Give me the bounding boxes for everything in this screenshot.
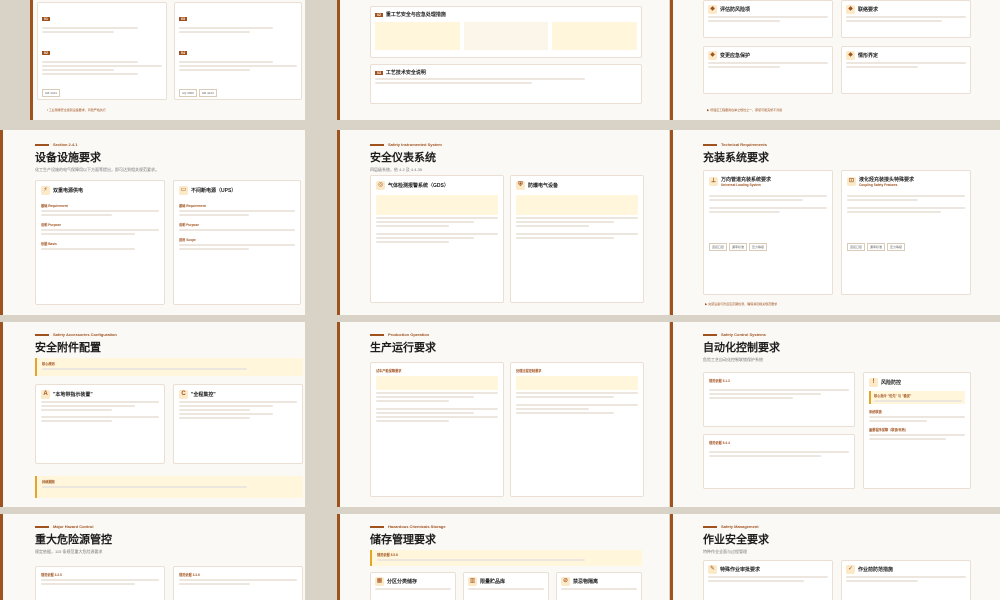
slide1-card-left: 01 02 GB 4444 xyxy=(37,2,167,100)
slide9-card-sec2: 规范依据 5.4.4 xyxy=(703,434,855,489)
slide8-card-process: 处理过程控制要求 xyxy=(510,362,644,497)
slide5-eyebrow: Safety Instrumented System xyxy=(370,142,442,147)
slide-grid: 01 02 GB 4444 03 04 AQ 3009 GB 4444 Ⅰ 工业隔… xyxy=(0,0,1000,600)
step-number: 01 xyxy=(42,17,50,21)
slide6-footnote: ▶ 充装设备与管道应定期检测，确保满足相关规范要求 xyxy=(705,302,778,306)
slide-2[interactable]: 02 重工艺安全与应急处理措施 03 工艺技术安全说明 xyxy=(337,0,669,120)
slide-10[interactable]: Major Hazard Control 重大危险源管控 规定依据，115 条规… xyxy=(0,514,305,600)
slide12-title: 作业安全要求 xyxy=(703,534,769,546)
slide11-eyebrow: Hazardous Chemicals Storage xyxy=(370,524,446,529)
gas-sensor-icon: ◎ xyxy=(376,181,385,190)
slide-5[interactable]: Safety Instrumented System 安全仪表系统 四层级系统，… xyxy=(337,130,669,315)
slide4-card-dual-power: ⚡ 双重电源供电 基础 Requirement 说明 Purpose 依据 Bas… xyxy=(35,180,165,305)
slide2-row3-title: 工艺技术安全说明 xyxy=(385,70,426,76)
slide5-card-explosion-proof: ⛨ 防爆电气设备 xyxy=(510,175,644,303)
slide3-card2-title: 联络要求 xyxy=(858,7,879,13)
slide6-card-loading: ⟂ 万向管道充装系统要求 Universal Loading System 连接口径… xyxy=(703,170,833,295)
slide4-card-ups: ▭ 不间断电源（UPS） 基础 Requirement 说明 Purpose 适用… xyxy=(173,180,301,305)
slide7-card-central: C "全程集控" xyxy=(173,384,303,464)
slide8-card-trial: 试车产能保障要求 xyxy=(370,362,504,497)
slide10-card-sec1: 规范依据 3.3.5 xyxy=(35,566,165,600)
battery-icon: ▭ xyxy=(179,186,188,195)
slide2-row2-title: 重工艺安全与应急处理措施 xyxy=(385,12,446,18)
slide3-card-1: ◆ 评估防风险项 xyxy=(703,0,833,38)
slide5-card-gds: ◎ 气体检测报警系统（GDS） xyxy=(370,175,504,303)
slide3-card3-title: 变更应急保护 xyxy=(720,53,751,59)
slide4-eyebrow: Section 2.4.1 xyxy=(35,142,159,147)
slide-4[interactable]: Section 2.4.1 设备设施要求 化工生产设施的电气保障用以下方面等提出… xyxy=(0,130,305,315)
slide-6[interactable]: Technical Requirements 充装系统要求 ⟂ 万向管道充装系统要… xyxy=(670,130,1000,315)
slide10-subtitle: 规定依据，115 条规范重大危险源要求 xyxy=(35,549,103,554)
slide10-eyebrow: Major Hazard Control xyxy=(35,524,112,529)
slide6-eyebrow: Technical Requirements xyxy=(703,142,769,147)
slide7-card-local: A "本地带指示装置" xyxy=(35,384,165,464)
slide2-card-b: 03 工艺技术安全说明 xyxy=(370,64,642,104)
slide3-card-3: ◆ 变更应急保护 xyxy=(703,46,833,94)
slide11-banner: 规范依据 5.5.8 xyxy=(370,550,642,566)
slide1-card-right: 03 04 AQ 3009 GB 4444 xyxy=(174,2,302,100)
slide-1[interactable]: 01 02 GB 4444 03 04 AQ 3009 GB 4444 Ⅰ 工业隔… xyxy=(30,0,305,120)
slide10-title: 重大危险源管控 xyxy=(35,534,112,546)
slide1-footnote: Ⅰ 工业隔爆安全级别设备要求，风险严格执行 xyxy=(47,108,106,112)
slide7-banner: 核心原则 xyxy=(35,358,303,376)
slide8-eyebrow: Production Operation xyxy=(370,332,436,337)
slide4-subtitle: 化工生产设施的电气保障用以下方面等提出，即可达到相关规范要求。 xyxy=(35,167,159,172)
slide-7[interactable]: Safety Accessories Configuration 安全附件配置 … xyxy=(0,322,305,507)
slide-11[interactable]: Hazardous Chemicals Storage 储存管理要求 规范依据 … xyxy=(337,514,669,600)
slide3-card-4: ◆ 情形界定 xyxy=(841,46,971,94)
slide12-eyebrow: Safety Management xyxy=(703,524,769,529)
slide3-card4-title: 情形界定 xyxy=(858,53,879,59)
slide-12[interactable]: Safety Management 作业安全要求 特种作业全面与过程管理 ✎ 特殊… xyxy=(670,514,1000,600)
slide8-title: 生产运行要求 xyxy=(370,342,436,354)
slide7-title: 安全附件配置 xyxy=(35,342,101,354)
slide-9[interactable]: Safety Control Systems 自动化控制要求 危险工艺自动化控制… xyxy=(670,322,1000,507)
slide10-card-sec2: 规范依据 3.3.6 xyxy=(173,566,303,600)
slide12-card-1: ✎ 特殊作业审批要求 xyxy=(703,560,833,600)
slide4-title: 设备设施要求 xyxy=(35,152,101,164)
slide3-card-2: ◆ 联络要求 xyxy=(841,0,971,38)
slide2-card-a: 02 重工艺安全与应急处理措施 xyxy=(370,6,642,58)
slide11-card-3: ⊘ 禁忌物隔离 xyxy=(556,572,642,600)
slide11-card-2: ▥ 限量贮品库 xyxy=(463,572,549,600)
slide9-eyebrow: Safety Control Systems xyxy=(703,332,780,337)
slide9-subtitle: 危险工艺自动化控制联锁保护系统 xyxy=(703,357,763,362)
pipe-icon: ⟂ xyxy=(709,177,718,186)
slide5-title: 安全仪表系统 xyxy=(370,152,436,164)
slide9-title: 自动化控制要求 xyxy=(703,342,780,354)
slide12-subtitle: 特种作业全面与过程管理 xyxy=(703,549,747,554)
slide6-card-coupling: ⊡ 液化烃充装接头特殊要求 Coupling Safety Features 连接口… xyxy=(841,170,971,295)
slide7-note: 持续跟踪 xyxy=(35,476,303,498)
lock-icon: ⊡ xyxy=(847,177,856,186)
slide9-card-side: ! 风险防控 核心指令 "优先" 与 "稳妥" 系统联锁 重要程序保障（联锁/有效… xyxy=(863,372,971,489)
slide-3[interactable]: ◆ 评估防风险项 ◆ 联络要求 ◆ 变更应急保护 ◆ 情形界定 ▶ 增强应工程要用在岸之… xyxy=(670,0,1000,120)
slide12-card-2: ✓ 作业前防范措施 xyxy=(841,560,971,600)
slide3-card1-title: 评估防风险项 xyxy=(720,7,751,13)
slide5-subtitle: 四层级系统，依 4.2 及 4.4.35 xyxy=(370,167,423,172)
slide-8[interactable]: Production Operation 生产运行要求 试车产能保障要求 处理过… xyxy=(337,322,669,507)
slide9-card-sec1: 规范依据 5.1.3 xyxy=(703,372,855,427)
slide7-eyebrow: Safety Accessories Configuration xyxy=(35,332,117,337)
slide6-title: 充装系统要求 xyxy=(703,152,769,164)
shield-icon: ⛨ xyxy=(516,181,525,190)
slide11-card-1: ▦ 分区分类储存 xyxy=(370,572,456,600)
slide11-title: 储存管理要求 xyxy=(370,534,436,546)
lightning-icon: ⚡ xyxy=(41,186,50,195)
slide3-footnote: ▶ 增强应工程要用在岸之规性之一，即使可能完整不清级 xyxy=(707,108,783,112)
